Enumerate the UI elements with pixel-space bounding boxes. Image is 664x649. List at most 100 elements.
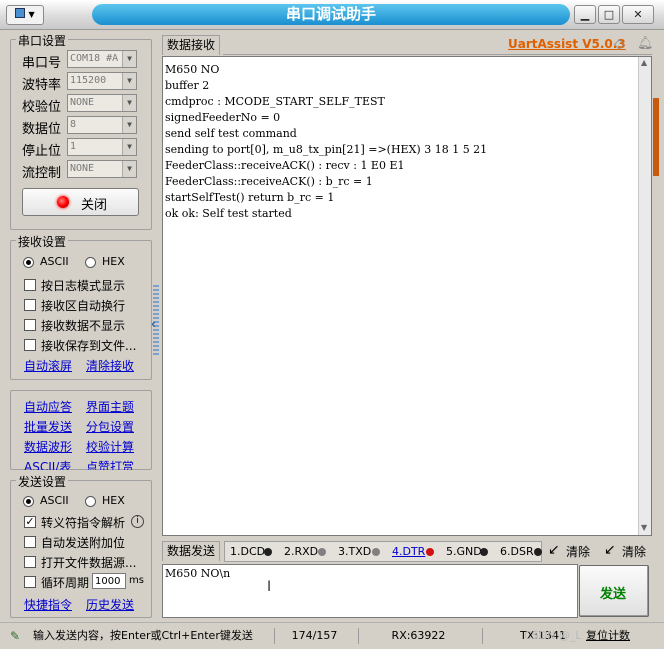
chevron-down-icon[interactable]: ▼ <box>122 73 136 89</box>
escape-parse-label: 转义符指令解析 <box>41 516 126 530</box>
serial-row-label: 校验位 <box>22 100 62 115</box>
serial-row-label: 流控制 <box>22 166 62 181</box>
close-port-button[interactable]: 关闭 <box>22 188 139 216</box>
system-menu-button[interactable]: ▼ <box>6 5 44 25</box>
scroll-up-icon[interactable]: ▲ <box>641 58 647 67</box>
cycle-unit: ms <box>129 575 144 586</box>
chevron-down-icon[interactable]: ▼ <box>122 51 136 67</box>
recv-option-checkbox[interactable] <box>24 299 36 311</box>
auto-append-checkbox[interactable] <box>24 536 36 548</box>
serial-row-label: 数据位 <box>22 122 62 137</box>
led-icon <box>57 196 69 208</box>
pin-label[interactable]: 6.DSR <box>500 545 534 558</box>
shortcut-link[interactable]: 快捷指令 <box>24 596 72 613</box>
brand-link[interactable]: UartAssist V5.0.3 <box>508 37 626 51</box>
recv-ascii-radio[interactable] <box>23 257 34 268</box>
send-button-label: 发送 <box>600 587 627 602</box>
reset-count-link[interactable]: 复位计数 <box>586 628 630 644</box>
bell-icon[interactable]: 🔔︎ <box>637 36 654 51</box>
close-icon: ✕ <box>633 8 643 21</box>
tool-link[interactable]: 分包设置 <box>86 418 134 435</box>
minimize-button[interactable]: ▁ <box>574 5 596 24</box>
status-bar: ✎ 输入发送内容，按Enter或Ctrl+Enter键发送 174/157 RX… <box>0 622 664 649</box>
rx-count: RX:63922 <box>358 628 478 644</box>
scroll-down-icon[interactable]: ▼ <box>641 523 647 532</box>
send-text: M650 NO\n <box>165 567 231 580</box>
serial-row-value: COM18 #A <box>70 53 119 64</box>
pin-led-icon <box>534 548 542 556</box>
tab-baseline <box>223 54 652 55</box>
close-window-button[interactable]: ✕ <box>622 5 654 24</box>
receive-line: sending to port[0], m_u8_tx_pin[21] =>(H… <box>165 143 488 156</box>
cycle-checkbox[interactable] <box>24 576 36 588</box>
recv-option-checkbox[interactable] <box>24 339 36 351</box>
minimize-icon: ▁ <box>580 8 590 21</box>
pin-label[interactable]: 2.RXD <box>284 545 318 558</box>
app-icon <box>15 8 26 18</box>
chevron-down-icon[interactable]: ▼ <box>122 161 136 177</box>
receive-line: buffer 2 <box>165 79 210 92</box>
pin-label[interactable]: 5.GND <box>446 545 482 558</box>
chevron-down-icon[interactable]: ▼ <box>122 117 136 133</box>
clear-all-arrow-icon[interactable]: ↙ <box>604 542 616 558</box>
serial-row-combo[interactable]: 1 ▼ <box>67 138 137 156</box>
pin-label[interactable]: 4.DTR <box>392 545 425 558</box>
serial-row-value: NONE <box>70 97 95 108</box>
serial-settings-label: 串口设置 <box>16 32 69 49</box>
serial-row-combo[interactable]: NONE ▼ <box>67 94 137 112</box>
receive-line: send self test command <box>165 127 297 140</box>
send-button[interactable]: 发送 <box>579 565 649 617</box>
tool-link[interactable]: 批量发送 <box>24 418 72 435</box>
serial-row-combo[interactable]: 115200 ▼ <box>67 72 137 90</box>
history-link[interactable]: 历史发送 <box>86 596 134 613</box>
clear-send-arrow-icon[interactable]: ↙ <box>548 542 560 558</box>
escape-parse-checkbox[interactable]: ✓ <box>24 516 36 528</box>
recv-option-checkbox[interactable] <box>24 279 36 291</box>
recv-option-checkbox[interactable] <box>24 319 36 331</box>
chevron-down-icon[interactable]: ▼ <box>122 95 136 111</box>
send-hex-radio[interactable] <box>85 496 96 507</box>
tool-link[interactable]: 数据波形 <box>24 438 72 455</box>
serial-row-combo[interactable]: 8 ▼ <box>67 116 137 134</box>
recv-hex-label: HEX <box>102 255 125 268</box>
chevron-down-icon[interactable]: ▼ <box>122 139 136 155</box>
file-source-checkbox[interactable] <box>24 556 36 568</box>
maximize-button[interactable]: □ <box>598 5 620 24</box>
receive-scrollbar[interactable]: ▲ ▼ <box>638 57 651 535</box>
status-icon: ✎ <box>10 629 21 643</box>
send-ascii-label: ASCII <box>40 494 69 507</box>
receive-settings-label: 接收设置 <box>16 233 69 250</box>
tab-send[interactable]: 数据发送 <box>162 541 221 561</box>
close-port-label: 关闭 <box>81 198 108 213</box>
clear-all-button[interactable]: 清除 <box>622 543 646 560</box>
serial-row-combo[interactable]: NONE ▼ <box>67 160 137 178</box>
recv-hex-radio[interactable] <box>85 257 96 268</box>
tool-link[interactable]: 点赞打赏 <box>86 458 134 470</box>
text-cursor-icon: I <box>267 579 272 595</box>
send-textarea[interactable]: M650 NO\n I <box>162 564 578 618</box>
collapse-left-icon[interactable]: ‹ <box>151 317 156 331</box>
send-ascii-radio[interactable] <box>23 496 34 507</box>
send-settings-label: 发送设置 <box>16 473 69 490</box>
file-source-label: 打开文件数据源... <box>41 556 137 570</box>
cycle-period-input[interactable] <box>92 573 126 589</box>
chevron-down-icon: ▼ <box>28 10 35 19</box>
tool-link[interactable]: 界面主题 <box>86 398 134 415</box>
pin-label[interactable]: 1.DCD <box>230 545 265 558</box>
clear-receive-link[interactable]: 清除接收 <box>86 357 134 374</box>
tool-link[interactable]: 自动应答 <box>24 398 72 415</box>
auto-scroll-link[interactable]: 自动滚屏 <box>24 357 72 374</box>
pin-led-icon <box>318 548 326 556</box>
receive-textarea[interactable]: M650 NO buffer 2 cmdproc : MCODE_START_SEL… <box>162 56 652 536</box>
tool-link[interactable]: ASCII/表 <box>24 458 71 470</box>
info-icon[interactable]: i <box>131 515 144 528</box>
recv-option-label: 接收保存到文件... <box>41 339 137 353</box>
diamond-icon[interactable]: ◇ <box>614 36 625 52</box>
pin-led-icon <box>372 548 380 556</box>
serial-row-combo[interactable]: COM18 #A ▼ <box>67 50 137 68</box>
serial-row-value: 8 <box>70 119 77 130</box>
tab-receive[interactable]: 数据接收 <box>162 35 221 55</box>
pin-label[interactable]: 3.TXD <box>338 545 371 558</box>
tool-link[interactable]: 校验计算 <box>86 438 134 455</box>
clear-send-button[interactable]: 清除 <box>566 543 590 560</box>
